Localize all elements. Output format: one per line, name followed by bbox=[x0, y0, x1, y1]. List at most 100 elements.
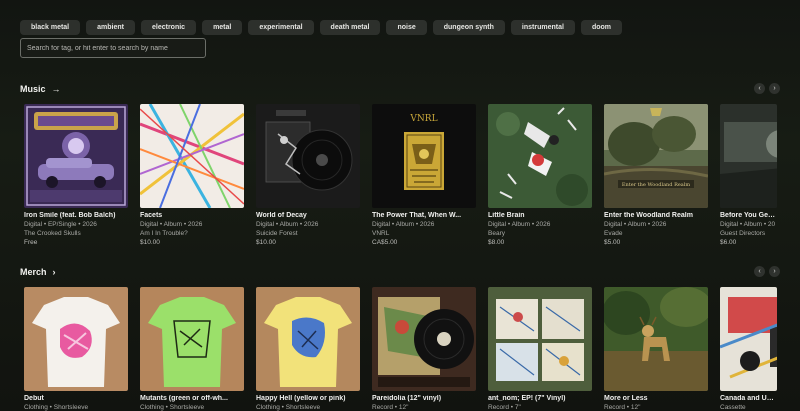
album-cover[interactable]: VNRL bbox=[372, 104, 476, 208]
item-artist[interactable]: The Crooked Skulls bbox=[24, 230, 128, 237]
item-artist[interactable]: Suicide Forest bbox=[256, 230, 360, 237]
merch-title-text: Merch bbox=[20, 267, 47, 277]
item-price: Free bbox=[24, 239, 38, 246]
item-title[interactable]: Debut bbox=[24, 395, 128, 402]
yellow-shirt-art bbox=[256, 287, 360, 391]
tape-collage-art bbox=[720, 287, 777, 391]
item-title[interactable]: Little Brain bbox=[488, 212, 592, 219]
item-price: CA$5.00 bbox=[372, 239, 398, 246]
forest-painting-art: Enter the Woodland Realm bbox=[604, 104, 708, 208]
gold-tarot-art: VNRL bbox=[372, 104, 476, 208]
merch-carousel: Debut Clothing • Shortsleeve Mutants (gr… bbox=[24, 287, 777, 411]
tag-electronic[interactable]: electronic bbox=[140, 20, 197, 35]
svg-text:Enter the Woodland Realm: Enter the Woodland Realm bbox=[622, 182, 691, 188]
item-format: Digital • Album • 2026 bbox=[372, 221, 435, 228]
music-title-text: Music bbox=[20, 84, 46, 94]
item-title[interactable]: Enter the Woodland Realm bbox=[604, 212, 708, 219]
music-card[interactable]: World of Decay Digital • Album • 2026 Su… bbox=[256, 104, 360, 246]
item-artist[interactable]: Guest Directors bbox=[720, 230, 777, 237]
item-price: $10.00 bbox=[140, 239, 160, 246]
merch-image[interactable] bbox=[604, 287, 708, 391]
tag-death-metal[interactable]: death metal bbox=[319, 20, 381, 35]
music-carousel-nav: ‹ › bbox=[754, 83, 780, 94]
music-card[interactable]: Little Brain Digital • Album • 2026 Bear… bbox=[488, 104, 592, 246]
merch-image[interactable] bbox=[24, 287, 128, 391]
music-prev-button[interactable]: ‹ bbox=[754, 83, 765, 94]
merch-image[interactable] bbox=[720, 287, 777, 391]
merch-card[interactable]: Mutants (green or off-wh... Clothing • S… bbox=[140, 287, 244, 411]
vinyl-record-art bbox=[372, 287, 476, 391]
merch-card[interactable]: Canada and UK C Cassette bbox=[720, 287, 777, 411]
music-card[interactable]: Before You Get B Digital • Album • 20 Gu… bbox=[720, 104, 777, 246]
merch-next-button[interactable]: › bbox=[769, 266, 780, 277]
item-artist[interactable]: Evade bbox=[604, 230, 708, 237]
album-cover[interactable] bbox=[720, 104, 777, 208]
tag-ambient[interactable]: ambient bbox=[86, 20, 135, 35]
tag-instrumental[interactable]: instrumental bbox=[510, 20, 575, 35]
merch-prev-button[interactable]: ‹ bbox=[754, 266, 765, 277]
item-title[interactable]: Mutants (green or off-wh... bbox=[140, 395, 244, 402]
album-cover[interactable] bbox=[140, 104, 244, 208]
search-input[interactable] bbox=[20, 38, 206, 58]
purple-car-art bbox=[24, 104, 128, 208]
item-format: Digital • Album • 2026 bbox=[256, 221, 319, 228]
merch-card[interactable]: Pareidolia (12" vinyl) Record • 12" bbox=[372, 287, 476, 411]
album-cover[interactable]: Enter the Woodland Realm bbox=[604, 104, 708, 208]
item-title[interactable]: Canada and UK C bbox=[720, 395, 777, 402]
music-card[interactable]: Facets Digital • Album • 2026 Am I In Tr… bbox=[140, 104, 244, 246]
tag-metal[interactable]: metal bbox=[202, 20, 243, 35]
item-artist[interactable]: VNRL bbox=[372, 230, 476, 237]
arrow-right-icon: → bbox=[51, 84, 61, 94]
item-title[interactable]: The Power That, When W... bbox=[372, 212, 476, 219]
merch-image[interactable] bbox=[256, 287, 360, 391]
music-section-title[interactable]: Music → bbox=[20, 84, 61, 94]
music-card[interactable]: Enter the Woodland Realm Enter the Woodl… bbox=[604, 104, 708, 246]
tag-noise[interactable]: noise bbox=[386, 20, 427, 35]
item-format: Record • 7" bbox=[488, 404, 521, 411]
colorful-abstract-art bbox=[140, 104, 244, 208]
merch-image[interactable] bbox=[488, 287, 592, 391]
merch-card[interactable]: ant_nom; EP! (7" Vinyl) Record • 7" bbox=[488, 287, 592, 411]
tag-dungeon-synth[interactable]: dungeon synth bbox=[432, 20, 505, 35]
item-title[interactable]: Facets bbox=[140, 212, 244, 219]
item-title[interactable]: Happy Hell (yellow or pink) bbox=[256, 395, 360, 402]
album-cover[interactable] bbox=[256, 104, 360, 208]
merch-section-title[interactable]: Merch › bbox=[20, 267, 56, 277]
item-title[interactable]: World of Decay bbox=[256, 212, 360, 219]
music-card[interactable]: Iron Smile (feat. Bob Balch) Digital • E… bbox=[24, 104, 128, 246]
svg-text:VNRL: VNRL bbox=[409, 114, 437, 124]
merch-image[interactable] bbox=[140, 287, 244, 391]
item-price: $10.00 bbox=[256, 239, 276, 246]
green-shirt-art bbox=[140, 287, 244, 391]
merch-image[interactable] bbox=[372, 287, 476, 391]
item-title[interactable]: Iron Smile (feat. Bob Balch) bbox=[24, 212, 128, 219]
tag-black-metal[interactable]: black metal bbox=[20, 20, 81, 35]
merch-card[interactable]: Happy Hell (yellow or pink) Clothing • S… bbox=[256, 287, 360, 411]
item-format: Digital • Album • 2026 bbox=[604, 221, 667, 228]
item-format: Clothing • Shortsleeve bbox=[24, 404, 89, 411]
music-card[interactable]: VNRL The Power That, When W... Digital •… bbox=[372, 104, 476, 246]
merch-carousel-nav: ‹ › bbox=[754, 266, 780, 277]
chevron-right-icon: › bbox=[52, 267, 56, 277]
item-artist[interactable]: Beary bbox=[488, 230, 592, 237]
merch-card[interactable]: Debut Clothing • Shortsleeve bbox=[24, 287, 128, 411]
item-format: Record • 12" bbox=[604, 404, 641, 411]
item-format: Digital • Album • 2026 bbox=[488, 221, 551, 228]
white-shirt-art bbox=[24, 287, 128, 391]
item-price: $8.00 bbox=[488, 239, 505, 246]
tag-doom[interactable]: doom bbox=[580, 20, 622, 35]
music-next-button[interactable]: › bbox=[769, 83, 780, 94]
forest-deer-art bbox=[604, 287, 708, 391]
item-format: Digital • Album • 20 bbox=[720, 221, 776, 228]
item-format: Record • 12" bbox=[372, 404, 409, 411]
item-title[interactable]: ant_nom; EP! (7" Vinyl) bbox=[488, 395, 592, 402]
album-cover[interactable] bbox=[488, 104, 592, 208]
item-artist[interactable]: Am I In Trouble? bbox=[140, 230, 244, 237]
item-title[interactable]: Before You Get B bbox=[720, 212, 777, 219]
album-cover[interactable] bbox=[24, 104, 128, 208]
merch-card[interactable]: More or Less Record • 12" bbox=[604, 287, 708, 411]
item-title[interactable]: Pareidolia (12" vinyl) bbox=[372, 395, 476, 402]
item-title[interactable]: More or Less bbox=[604, 395, 708, 402]
tag-experimental[interactable]: experimental bbox=[248, 20, 314, 35]
grass-people-art bbox=[488, 104, 592, 208]
